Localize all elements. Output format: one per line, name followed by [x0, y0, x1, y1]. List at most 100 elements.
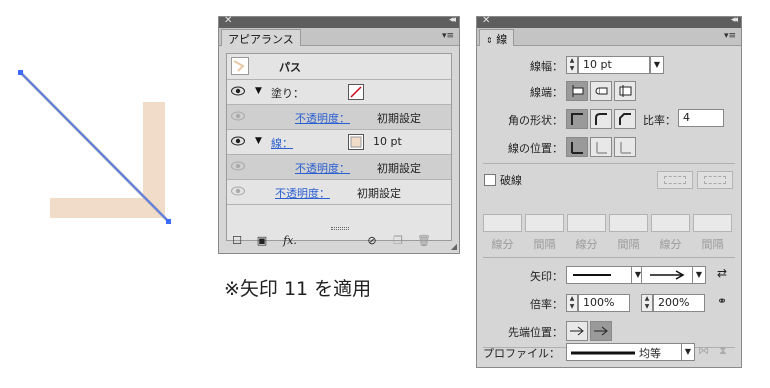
- scale-end-field[interactable]: 200%: [653, 294, 705, 312]
- eye-icon[interactable]: [231, 136, 245, 146]
- flip-horizontal-icon[interactable]: ⋈: [698, 344, 709, 357]
- add-stroke-icon[interactable]: ☐: [230, 234, 244, 248]
- dash-label-3: 線分: [659, 238, 682, 251]
- appearance-panel: ✕ ◂◂ アピアランス ▾≡ パス ▼ 塗り： 不透明度： 初期設定 ▼ 線： …: [218, 15, 460, 254]
- profile-dropdown[interactable]: ▼: [681, 343, 695, 361]
- link-scale-icon[interactable]: ⚭: [717, 294, 727, 308]
- end-arrow-dropdown[interactable]: ▼: [692, 266, 706, 284]
- appearance-footer: ☐ ▣ fx. ⊘ ❐ 🗑 ◢: [219, 227, 459, 253]
- dash-field-2[interactable]: [567, 214, 606, 232]
- dash-align-corners-button[interactable]: [657, 171, 693, 189]
- corner-resize-icon[interactable]: ◢: [451, 242, 457, 251]
- end-arrow-select[interactable]: [641, 266, 693, 284]
- list-item-object-opacity[interactable]: 不透明度： 初期設定: [227, 180, 451, 205]
- opacity-link[interactable]: 不透明度：: [275, 185, 330, 201]
- list-item-stroke-opacity[interactable]: 不透明度： 初期設定: [227, 155, 451, 180]
- stroke-value: 10 pt: [373, 135, 402, 148]
- duplicate-item-icon[interactable]: ❐: [391, 234, 405, 248]
- stroke-swatch-icon[interactable]: [348, 134, 364, 150]
- path-thumbnail-icon: [231, 57, 249, 75]
- tab-stroke-label: 線: [496, 33, 508, 46]
- panel-titlebar[interactable]: ✕ ◂◂: [219, 15, 459, 28]
- weight-stepper[interactable]: ▲ ▼: [566, 56, 578, 74]
- weight-dropdown[interactable]: ▼: [650, 56, 664, 74]
- opacity-link[interactable]: 不透明度：: [295, 110, 350, 126]
- miter-join-button[interactable]: [566, 109, 588, 129]
- divider: [483, 163, 735, 164]
- arrow-at-end-button[interactable]: [590, 321, 612, 341]
- panel-titlebar[interactable]: ✕ ◂◂: [477, 15, 741, 28]
- round-join-button[interactable]: [590, 109, 612, 129]
- panel-menu-icon[interactable]: ▾≡: [442, 31, 454, 41]
- dashed-checkbox[interactable]: [484, 174, 496, 186]
- arrow-position-buttons: [566, 321, 614, 341]
- gap-field-2[interactable]: [609, 214, 648, 232]
- opacity-link[interactable]: 不透明度：: [295, 160, 350, 176]
- tab-appearance[interactable]: アピアランス: [221, 29, 301, 46]
- cap-buttons: [566, 81, 638, 101]
- corner-buttons: [566, 109, 638, 129]
- weight-label: 線幅：: [530, 60, 563, 73]
- scale-start-field[interactable]: 100%: [578, 294, 630, 312]
- align-outside-button[interactable]: [614, 137, 636, 157]
- ratio-field[interactable]: 4: [678, 109, 724, 127]
- close-icon[interactable]: ✕: [224, 15, 232, 26]
- butt-cap-button[interactable]: [566, 81, 588, 101]
- flip-vertical-icon[interactable]: ⧗: [719, 344, 727, 358]
- trash-icon[interactable]: 🗑: [417, 234, 431, 248]
- weight-field[interactable]: 10 pt: [578, 56, 650, 74]
- dash-field-1[interactable]: [483, 214, 522, 232]
- expand-triangle-icon[interactable]: ▼: [255, 136, 262, 146]
- close-icon[interactable]: ✕: [482, 15, 490, 26]
- ratio-label: 比率：: [643, 114, 676, 127]
- align-inside-button[interactable]: [590, 137, 612, 157]
- fill-label: 塗り：: [271, 87, 304, 100]
- eye-icon[interactable]: [231, 186, 245, 196]
- eye-icon[interactable]: [231, 86, 245, 96]
- swap-arrows-icon[interactable]: ⇄: [717, 266, 727, 280]
- bevel-join-button[interactable]: [614, 109, 636, 129]
- panel-tabrow: アピアランス ▾≡: [219, 28, 459, 46]
- list-item-path[interactable]: パス: [227, 54, 451, 80]
- fill-none-swatch-icon[interactable]: [348, 84, 364, 100]
- eye-icon[interactable]: [231, 161, 245, 171]
- align-buttons: [566, 137, 638, 157]
- gap-label-3: 間隔: [701, 238, 724, 251]
- panel-menu-icon[interactable]: ▾≡: [724, 31, 736, 41]
- clear-appearance-icon[interactable]: ⊘: [365, 234, 379, 248]
- eye-icon[interactable]: [231, 111, 245, 121]
- caption-text: ※矢印 11 を適用: [224, 278, 372, 300]
- tab-options-icon[interactable]: ⇕: [486, 36, 493, 45]
- stroke-link[interactable]: 線：: [271, 135, 293, 151]
- align-center-button[interactable]: [566, 137, 588, 157]
- stroke-panel: ✕ ◂◂ ⇕ 線 ▾≡ 線幅： ▲ ▼ 10 pt ▼ 線端： 角の形状： 比率：…: [476, 15, 742, 368]
- gap-label-1: 間隔: [533, 238, 556, 251]
- panel-tabrow: ⇕ 線 ▾≡: [477, 28, 741, 46]
- opacity-value: 初期設定: [377, 162, 421, 175]
- tab-stroke[interactable]: ⇕ 線: [479, 29, 515, 46]
- gap-field-1[interactable]: [525, 214, 564, 232]
- add-fill-icon[interactable]: ▣: [255, 234, 269, 248]
- anchor-point-start[interactable]: [18, 70, 23, 75]
- cap-label: 線端：: [530, 86, 563, 99]
- anchor-point-end[interactable]: [166, 219, 171, 224]
- projecting-cap-button[interactable]: [614, 81, 636, 101]
- dash-preserve-button[interactable]: [697, 171, 733, 189]
- round-cap-button[interactable]: [590, 81, 612, 101]
- start-arrow-select[interactable]: [566, 266, 632, 284]
- list-item-fill-opacity[interactable]: 不透明度： 初期設定: [227, 105, 451, 130]
- list-item-fill[interactable]: ▼ 塗り：: [227, 80, 451, 105]
- collapse-icon[interactable]: ◂◂: [731, 15, 738, 25]
- profile-select[interactable]: 均等: [566, 343, 682, 361]
- gap-field-3[interactable]: [693, 214, 732, 232]
- scale-start-stepper[interactable]: ▲ ▼: [566, 294, 578, 312]
- list-item-stroke[interactable]: ▼ 線： 10 pt: [227, 130, 451, 155]
- resize-grip[interactable]: [331, 227, 349, 230]
- expand-triangle-icon[interactable]: ▼: [255, 86, 262, 96]
- arrow-beyond-end-button[interactable]: [566, 321, 588, 341]
- collapse-icon[interactable]: ◂◂: [449, 15, 456, 25]
- path-label: パス: [279, 61, 301, 74]
- fx-icon[interactable]: fx.: [279, 234, 301, 248]
- scale-end-stepper[interactable]: ▲ ▼: [641, 294, 653, 312]
- dash-field-3[interactable]: [651, 214, 690, 232]
